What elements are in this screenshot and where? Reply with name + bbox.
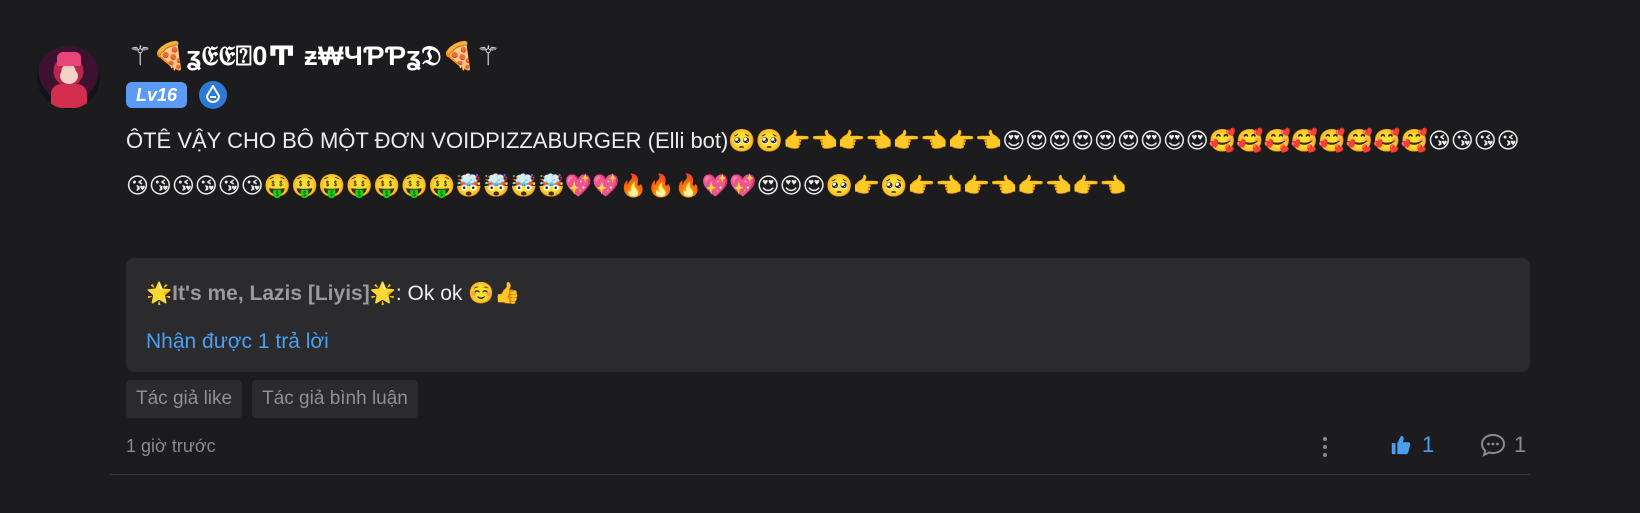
badge-row: Lv16 [126, 81, 228, 109]
avatar-body [51, 84, 87, 108]
tag-author-like[interactable]: Tác giả like [126, 380, 243, 418]
comment-bubble-icon [1480, 433, 1506, 457]
reply-button[interactable]: 1 [1480, 432, 1526, 458]
more-dots-icon[interactable] [1318, 433, 1332, 461]
quote-author[interactable]: 🌟It's me, Lazis [Liyis]🌟 [146, 282, 396, 305]
quote-text: Ok ok ☺️👍 [407, 282, 521, 305]
reply-count: 1 [1514, 432, 1527, 457]
quoted-reply[interactable]: 🌟It's me, Lazis [Liyis]🌟: Ok ok ☺️👍 Nhận… [126, 258, 1530, 372]
tag-list: Tác giả like Tác giả bình luận [126, 380, 418, 418]
timestamp: 1 giờ trước [126, 436, 216, 456]
tag-author-comment[interactable]: Tác giả bình luận [252, 380, 418, 418]
like-button[interactable]: 1 [1390, 432, 1434, 458]
like-count: 1 [1422, 432, 1435, 457]
avatar-hat [57, 52, 81, 66]
avatar-face [60, 68, 78, 84]
comment-item: ⚚🍕ʓ𝔈𝔈⍰0Ͳ ƶ₩ЧƤƤʓ𝔇🍕⚚ Lv16 ÔTÊ VẬY CHO BÔ M… [0, 0, 1640, 513]
divider [110, 474, 1530, 475]
level-badge: Lv16 [126, 82, 188, 108]
comment-content: ÔTÊ VẬY CHO BÔ MỘT ĐƠN VOIDPIZZABURGER (… [126, 128, 1520, 198]
verified-icon [199, 81, 228, 109]
quote-line: 🌟It's me, Lazis [Liyis]🌟: Ok ok ☺️👍 [146, 282, 521, 306]
thumbs-up-icon [1391, 435, 1411, 455]
quote-separator: : [395, 282, 408, 305]
username[interactable]: ⚚🍕ʓ𝔈𝔈⍰0Ͳ ƶ₩ЧƤƤʓ𝔇🍕⚚ [128, 40, 501, 73]
avatar[interactable] [37, 46, 100, 109]
replies-link[interactable]: Nhận được 1 trả lời [146, 330, 329, 354]
